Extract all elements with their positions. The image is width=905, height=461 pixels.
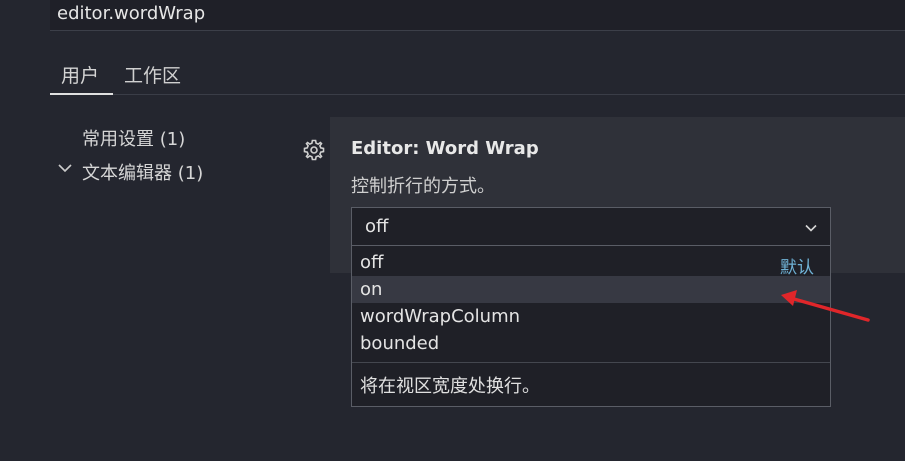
default-badge: 默认 [780, 258, 814, 278]
dropdown-option-wordwrapcolumn[interactable]: wordWrapColumn [352, 303, 830, 330]
active-tab-indicator [50, 93, 113, 95]
select-current-value: off [365, 216, 389, 237]
dropdown-option-bounded[interactable]: bounded [352, 330, 830, 357]
tab-divider [50, 94, 905, 95]
dropdown-option-on[interactable]: on [352, 276, 830, 303]
setting-title: Editor: Word Wrap [351, 138, 539, 159]
settings-search-input[interactable]: editor.wordWrap [50, 0, 905, 31]
setting-description: 控制折行的方式。 [351, 176, 495, 197]
scope-tabs: 用户 工作区 [50, 55, 905, 95]
chevron-down-icon [805, 224, 817, 232]
word-wrap-select[interactable]: off [351, 207, 831, 246]
option-description: 将在视区宽度处换行。 [360, 376, 540, 397]
toc-item-text-editor[interactable]: 文本编辑器 (1) [82, 159, 203, 185]
tab-workspace[interactable]: 工作区 [124, 61, 181, 88]
gear-icon[interactable] [302, 138, 326, 162]
dropdown-divider [352, 362, 830, 363]
tab-user[interactable]: 用户 [61, 61, 99, 88]
option-label: off [360, 252, 384, 273]
option-label: bounded [360, 333, 440, 354]
option-label: on [360, 279, 383, 300]
select-dropdown-list: off 默认 on wordWrapColumn bounded 将在视区宽度处… [351, 246, 831, 407]
red-arrow-icon [781, 290, 870, 322]
option-label: wordWrapColumn [360, 306, 521, 327]
toc-item-common-settings[interactable]: 常用设置 (1) [82, 125, 185, 151]
chevron-down-icon[interactable] [57, 160, 73, 176]
dropdown-option-off[interactable]: off 默认 [352, 249, 830, 278]
